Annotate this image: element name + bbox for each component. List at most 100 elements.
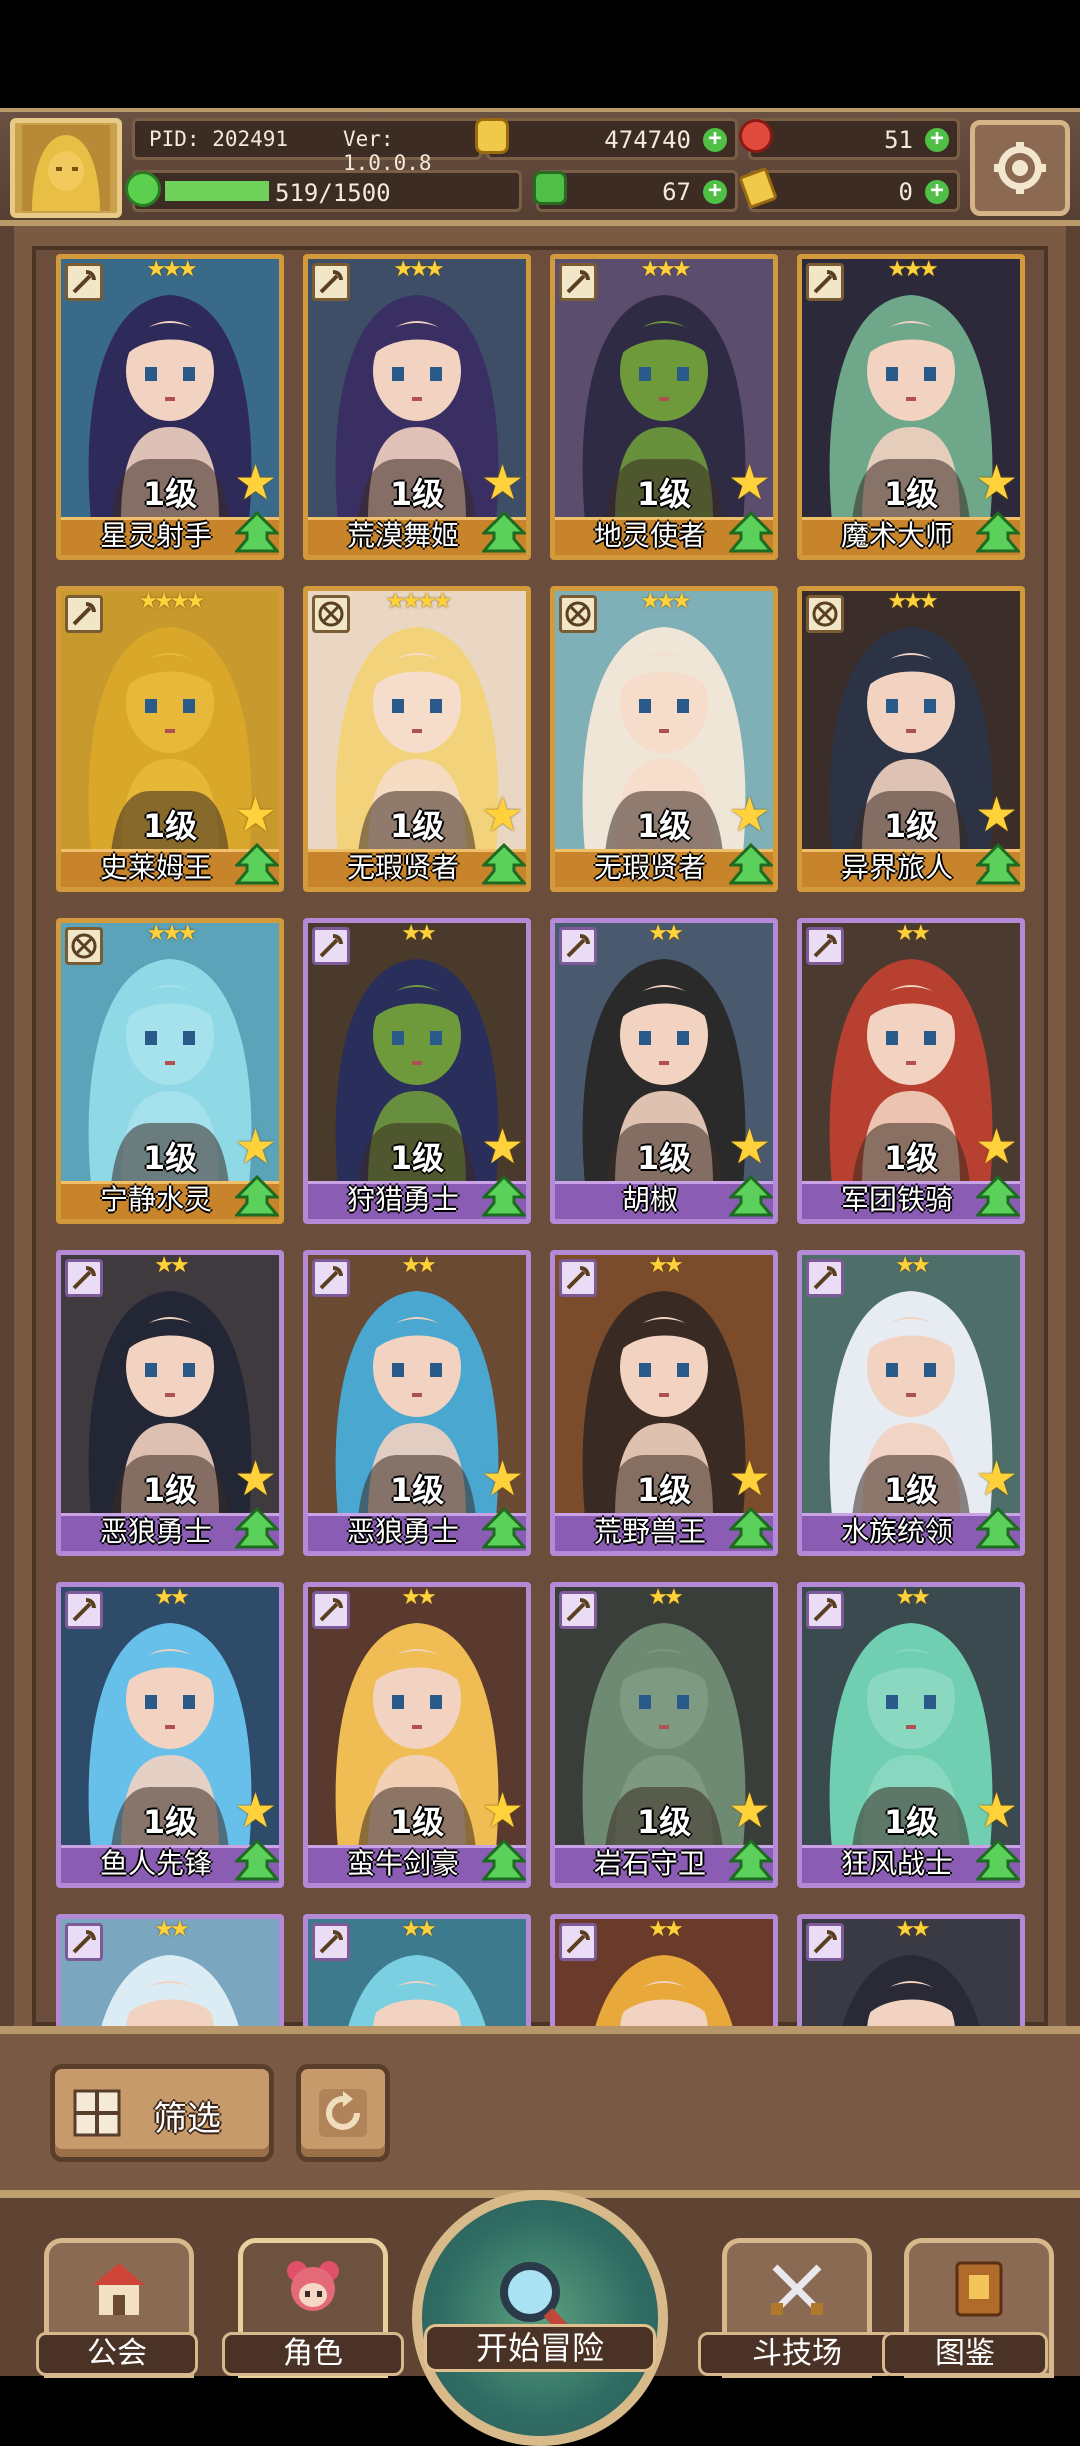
hero-card[interactable]: ★★★ 1级 ★ 宁静水灵 — [56, 918, 284, 1224]
axe-class-icon — [559, 1923, 597, 1961]
gear-icon — [994, 142, 1046, 194]
magnifier-icon — [500, 2262, 579, 2345]
axe-class-icon — [559, 927, 597, 965]
axe-class-icon — [559, 1259, 597, 1297]
upgrade-arrow-icon — [976, 843, 1020, 885]
hero-card[interactable]: ★★ 1级 ★ 胡椒 — [550, 918, 778, 1224]
hero-card[interactable]: ★★ 1级 ★ 军团铁骑 — [797, 918, 1025, 1224]
star-icon: ★ — [974, 1451, 1018, 1507]
hero-grid-frame: ★★★ 1级 ★ 星灵射手 ★★★ 1级 ★ 荒漠舞姬 ★★★ 1级 ★ 地灵使者 ★★★ 1级 ★ 魔术大师… — [0, 226, 1080, 2220]
bow-class-icon — [312, 263, 350, 301]
hero-card[interactable]: ★★★ 1级 ★ 无瑕贤者 — [550, 586, 778, 892]
clover-icon — [533, 171, 567, 205]
hero-card[interactable]: ★★★ 1级 ★ 地灵使者 — [550, 254, 778, 560]
hero-card[interactable]: ★★ 1级 ★ 水族统领 — [797, 1250, 1025, 1556]
refresh-icon — [319, 2089, 367, 2137]
filter-panel: 筛选 — [0, 2026, 1080, 2190]
hero-card[interactable]: ★★ 1级 ★ 狂风战士 — [797, 1582, 1025, 1888]
upgrade-arrow-icon — [976, 511, 1020, 553]
star-icon: ★ — [233, 1783, 277, 1839]
filter-label: 筛选 — [153, 2099, 221, 2139]
upgrade-arrow-icon — [976, 1175, 1020, 1217]
exp-progress-fill — [165, 181, 269, 201]
star-icon: ★ — [233, 455, 277, 511]
bow-class-icon — [806, 263, 844, 301]
exp-leaf-icon — [125, 171, 161, 207]
axe-class-icon — [806, 1259, 844, 1297]
hero-card[interactable]: ★★ 1级 ★ 恶狼勇士 — [56, 1250, 284, 1556]
hero-face-icon — [287, 2261, 339, 2311]
nav-guild-label[interactable]: 公会 — [36, 2332, 198, 2376]
cross-class-icon — [559, 595, 597, 633]
hero-card[interactable]: ★★ 1级 ★ 蛮牛剑豪 — [303, 1582, 531, 1888]
status-bar — [0, 0, 1080, 108]
hero-name: 异界旅人 — [840, 851, 953, 884]
hero-name: 魔术大师 — [840, 519, 953, 552]
star-icon: ★ — [233, 1119, 277, 1175]
ruby-icon — [739, 119, 773, 153]
clover-add-button[interactable]: + — [703, 180, 727, 204]
gold-coin-icon — [475, 118, 509, 154]
nav-arena-label[interactable]: 斗技场 — [698, 2332, 896, 2376]
axe-class-icon — [65, 1591, 103, 1629]
filter-button[interactable]: 筛选 — [50, 2064, 274, 2162]
hero-card[interactable]: ★★★ 1级 ★ 星灵射手 — [56, 254, 284, 560]
token-slot: 0 + — [738, 166, 960, 212]
upgrade-arrow-icon — [729, 843, 773, 885]
gem-add-button[interactable]: + — [925, 128, 949, 152]
axe-class-icon — [65, 1923, 103, 1961]
hero-name: 岩石守卫 — [593, 1847, 706, 1880]
hero-card[interactable]: ★★★ 1级 ★ 魔术大师 — [797, 254, 1025, 560]
refresh-button[interactable] — [296, 2064, 390, 2162]
player-avatar[interactable] — [10, 118, 122, 218]
guild-house-icon — [93, 2263, 145, 2315]
gold-amount: 474740 — [604, 126, 691, 154]
hero-card[interactable]: ★★★ 1级 ★ 异界旅人 — [797, 586, 1025, 892]
upgrade-arrow-icon — [482, 843, 526, 885]
star-icon: ★ — [480, 1451, 524, 1507]
upgrade-arrow-icon — [976, 1839, 1020, 1881]
hero-card[interactable]: ★★★ 1级 ★ 荒漠舞姬 — [303, 254, 531, 560]
star-icon: ★ — [974, 1119, 1018, 1175]
hero-card[interactable]: ★★★★ 1级 ★ 史莱姆王 — [56, 586, 284, 892]
hero-name: 荒野兽王 — [593, 1515, 706, 1548]
bow-class-icon — [65, 263, 103, 301]
axe-class-icon — [806, 1923, 844, 1961]
cross-class-icon — [806, 595, 844, 633]
pid-version-slot: PID: 202491 Ver: 1.0.0.8 — [132, 118, 482, 175]
hero-card[interactable]: ★★ 1级 ★ 荒野兽王 — [550, 1250, 778, 1556]
upgrade-arrow-icon — [976, 1507, 1020, 1549]
start-adventure-button[interactable]: 开始冒险 — [412, 2190, 668, 2446]
nav-codex-label[interactable]: 图鉴 — [882, 2332, 1048, 2376]
crossed-swords-icon — [771, 2264, 823, 2315]
hero-card[interactable]: ★★★★ 1级 ★ 无瑕贤者 — [303, 586, 531, 892]
hero-name: 水族统领 — [840, 1515, 953, 1548]
upgrade-arrow-icon — [235, 1507, 279, 1549]
hero-name: 军团铁骑 — [840, 1183, 953, 1216]
hero-name: 鱼人先锋 — [99, 1847, 212, 1880]
hero-card[interactable]: ★★ 1级 ★ 狩猎勇士 — [303, 918, 531, 1224]
settings-button[interactable] — [970, 120, 1070, 216]
hero-name: 荒漠舞姬 — [346, 519, 459, 552]
hero-card[interactable]: ★★ 1级 ★ 鱼人先锋 — [56, 1582, 284, 1888]
gold-add-button[interactable]: + — [703, 128, 727, 152]
nav-heroes-label[interactable]: 角色 — [222, 2332, 404, 2376]
version-text: Ver: 1.0.0.8 — [343, 127, 432, 175]
axe-class-icon — [65, 1259, 103, 1297]
star-icon: ★ — [974, 455, 1018, 511]
axe-class-icon — [312, 1259, 350, 1297]
cross-class-icon — [312, 595, 350, 633]
hero-name: 星灵射手 — [99, 519, 212, 552]
token-add-button[interactable]: + — [925, 180, 949, 204]
gem-amount: 51 — [884, 126, 913, 154]
upgrade-arrow-icon — [729, 511, 773, 553]
hero-name: 无瑕贤者 — [346, 851, 459, 884]
upgrade-arrow-icon — [482, 1507, 526, 1549]
upgrade-arrow-icon — [482, 1175, 526, 1217]
axe-class-icon — [806, 927, 844, 965]
upgrade-arrow-icon — [235, 843, 279, 885]
star-icon: ★ — [727, 1119, 771, 1175]
axe-class-icon — [559, 1591, 597, 1629]
hero-card[interactable]: ★★ 1级 ★ 岩石守卫 — [550, 1582, 778, 1888]
hero-card[interactable]: ★★ 1级 ★ 恶狼勇士 — [303, 1250, 531, 1556]
